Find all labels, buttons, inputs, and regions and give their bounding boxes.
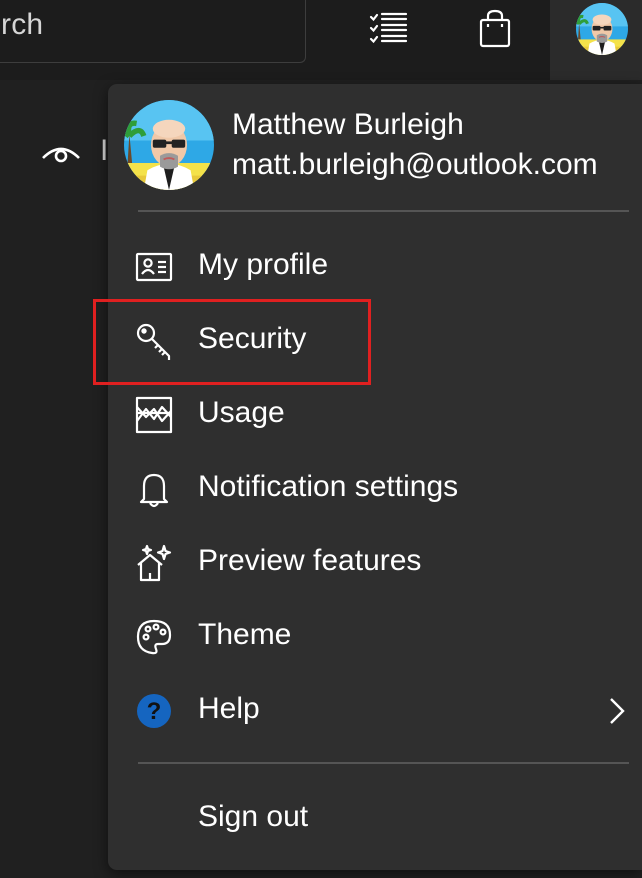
menu-item-security[interactable]: Security xyxy=(108,306,642,376)
menu-item-label: Help xyxy=(198,692,260,725)
contact-card-icon xyxy=(135,252,173,282)
menu-item-label: Theme xyxy=(198,618,292,651)
chevron-right-icon xyxy=(610,698,625,724)
task-list-icon[interactable] xyxy=(368,8,408,48)
menu-item-label: Preview features xyxy=(198,544,422,577)
divider xyxy=(138,210,629,212)
help-icon: ? xyxy=(137,694,171,728)
user-name: Matthew Burleigh xyxy=(232,108,464,141)
menu-item-label: Notification settings xyxy=(198,470,459,503)
sign-out-label: Sign out xyxy=(198,800,309,833)
menu-item-my-profile[interactable]: My profile xyxy=(108,232,642,302)
profile-avatar xyxy=(576,3,628,55)
account-menu: Matthew Burleigh matt.burleigh@outlook.c… xyxy=(108,84,642,870)
sign-out-button[interactable]: Sign out xyxy=(108,784,642,854)
menu-item-label: My profile xyxy=(198,248,329,281)
profile-avatar-large xyxy=(124,100,214,190)
bell-icon xyxy=(139,473,169,508)
menu-item-usage[interactable]: Usage xyxy=(108,380,642,450)
search-input[interactable]: rch xyxy=(0,0,306,63)
usage-chart-icon xyxy=(135,396,173,434)
account-avatar-button[interactable] xyxy=(550,0,642,80)
sparkle-house-icon xyxy=(137,544,172,582)
palette-icon xyxy=(136,619,172,655)
eye-icon xyxy=(42,147,80,163)
menu-item-label: Usage xyxy=(198,396,285,429)
menu-item-notification-settings[interactable]: Notification settings xyxy=(108,454,642,524)
divider xyxy=(138,762,629,764)
menu-item-theme[interactable]: Theme xyxy=(108,602,642,672)
menu-item-preview-features[interactable]: Preview features xyxy=(108,528,642,598)
search-input-text: rch xyxy=(1,8,44,41)
key-icon xyxy=(136,323,171,360)
menu-item-help[interactable]: ? Help xyxy=(108,676,642,746)
user-email: matt.burleigh@outlook.com xyxy=(232,148,598,181)
top-bar: rch xyxy=(0,0,642,80)
svg-text:?: ? xyxy=(147,698,162,725)
shopping-bag-icon[interactable] xyxy=(475,8,515,48)
menu-item-label: Security xyxy=(198,322,307,355)
